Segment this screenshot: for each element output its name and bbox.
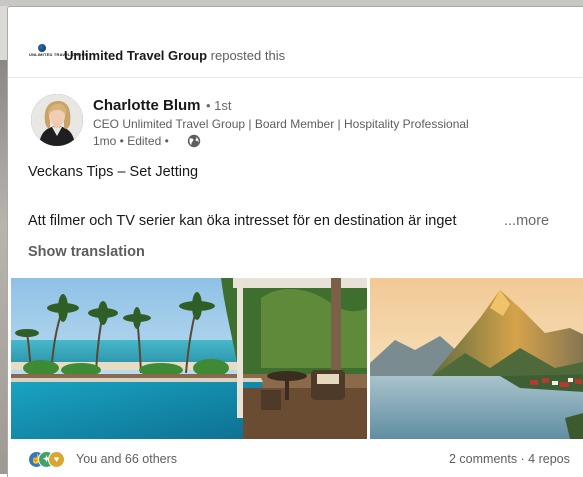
author-name[interactable]: Charlotte Blum — [93, 97, 201, 114]
post-card: UNLIMITED TRAVEL GROUP Unlimited Travel … — [7, 6, 583, 477]
show-translation-button[interactable]: Show translation — [28, 244, 145, 260]
org-logo-globe-icon — [38, 44, 46, 52]
fjord-mountain-photo[interactable] — [370, 278, 583, 439]
author-headline: CEO Unlimited Travel Group | Board Membe… — [93, 117, 469, 131]
reactions-count[interactable]: You and 66 others — [76, 452, 177, 466]
repost-text: Unlimited Travel Group reposted this — [64, 48, 285, 63]
support-icon: ♥ — [48, 451, 65, 468]
connection-degree: • 1st — [206, 98, 232, 113]
comments-reposts-count[interactable]: 2 comments · 4 repos — [449, 452, 570, 466]
post-media — [11, 278, 583, 439]
repost-header: UNLIMITED TRAVEL GROUP Unlimited Travel … — [8, 7, 583, 78]
org-logo[interactable]: UNLIMITED TRAVEL GROUP — [29, 44, 88, 62]
globe-icon — [187, 134, 201, 148]
resort-pool-photo[interactable] — [11, 278, 367, 439]
author-avatar[interactable] — [31, 94, 83, 146]
post-meta: 1mo • Edited • — [93, 134, 169, 148]
post-body: Att filmer och TV serier kan öka intress… — [28, 213, 457, 229]
repost-action: reposted this — [210, 48, 286, 63]
repost-org-link[interactable]: Unlimited Travel Group — [64, 48, 207, 63]
see-more-link[interactable]: ...more — [504, 213, 549, 229]
post-title: Veckans Tips – Set Jetting — [28, 164, 199, 180]
